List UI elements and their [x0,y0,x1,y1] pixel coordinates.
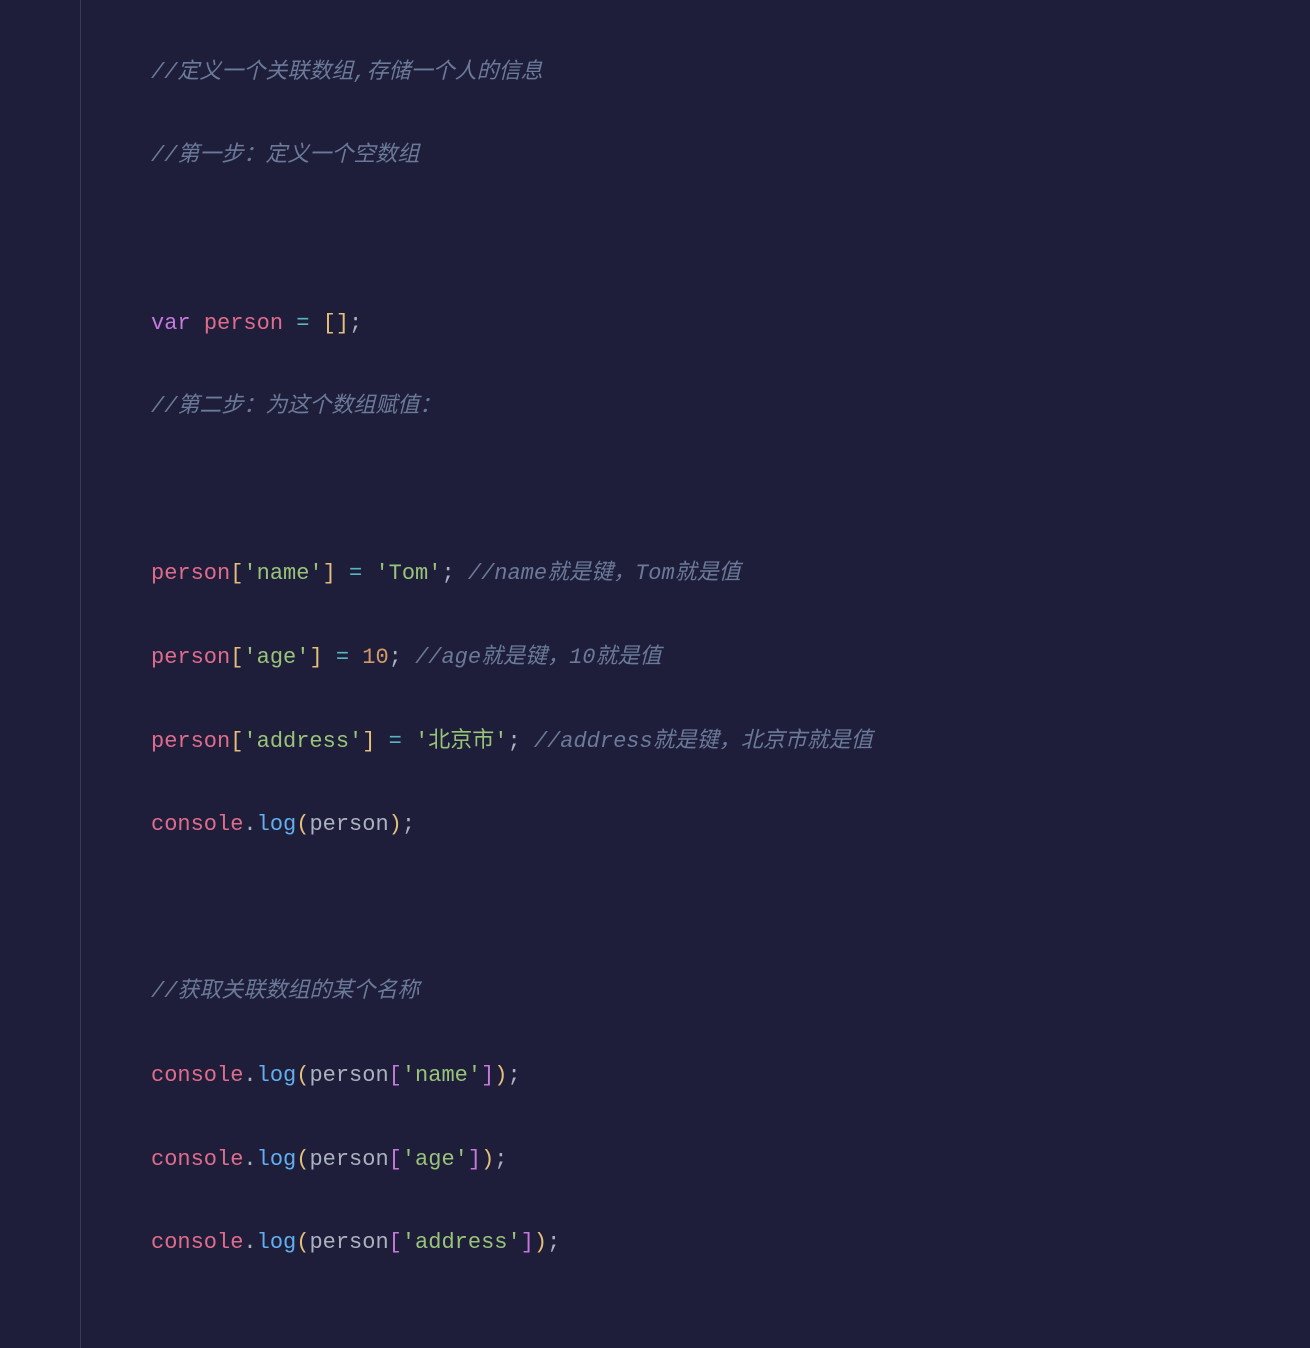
code-line: console.log(person['age']); [151,1139,873,1181]
code-line: var person = []; [151,303,873,345]
code-line: //第二步：为这个数组赋值： [151,386,873,428]
code-line: person['address'] = '北京市'; //address就是键，… [151,721,873,763]
code-line: person['name'] = 'Tom'; //name就是键，Tom就是值 [151,553,873,595]
comment: //第二步：为这个数组赋值： [151,394,441,419]
code-line: console.log(person['name']); [151,1055,873,1097]
code-line: console.log(person); [151,804,873,846]
identifier-person: person [204,311,283,336]
code-content[interactable]: //定义一个关联数组,存储一个人的信息 //第一步：定义一个空数组 var pe… [81,0,873,1348]
code-line: person['age'] = 10; //age就是键，10就是值 [151,637,873,679]
code-editor: //定义一个关联数组,存储一个人的信息 //第一步：定义一个空数组 var pe… [0,0,1310,1348]
code-line: //定义一个关联数组,存储一个人的信息 [151,52,873,94]
comment: //定义一个关联数组,存储一个人的信息 [151,60,543,85]
code-line: //第一步：定义一个空数组 [151,135,873,177]
comment: //第一步：定义一个空数组 [151,143,419,168]
keyword-var: var [151,311,191,336]
code-line [151,888,873,930]
code-line [151,219,873,261]
comment: //获取关联数组的某个名称 [151,979,419,1004]
gutter [0,0,81,1348]
code-line [151,470,873,512]
code-line: //获取关联数组的某个名称 [151,971,873,1013]
code-line: console.log(person['address']); [151,1222,873,1264]
